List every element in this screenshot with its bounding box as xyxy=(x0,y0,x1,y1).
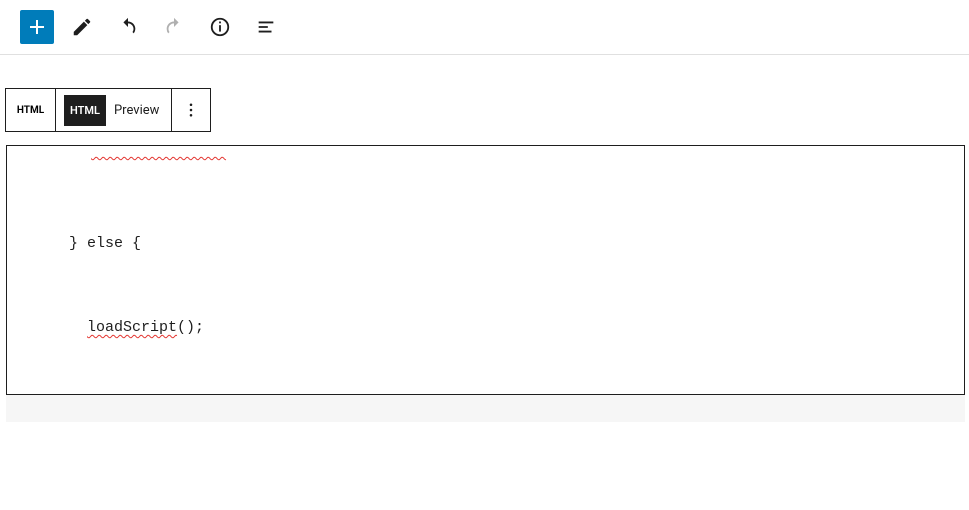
more-vertical-icon xyxy=(182,100,200,120)
pencil-icon xyxy=(71,16,93,38)
html-preview-toggle[interactable]: HTML Preview xyxy=(56,89,172,131)
undo-button[interactable] xyxy=(110,9,146,45)
plus-icon xyxy=(25,15,49,39)
outline-icon xyxy=(255,16,277,38)
block-more-options-button[interactable] xyxy=(172,89,210,131)
block-toolbar: HTML HTML Preview xyxy=(5,88,211,132)
outline-button[interactable] xyxy=(248,9,284,45)
html-badge: HTML xyxy=(64,95,106,126)
edit-mode-button[interactable] xyxy=(64,9,100,45)
html-block-area: xxxxxxxxxxxxxxx } else { loadScript(); }… xyxy=(6,145,965,422)
redo-button[interactable] xyxy=(156,9,192,45)
block-type-button[interactable]: HTML xyxy=(6,89,56,131)
html-code-editor[interactable]: xxxxxxxxxxxxxxx } else { loadScript(); }… xyxy=(6,145,965,395)
add-block-button[interactable] xyxy=(20,10,54,44)
editor-top-toolbar xyxy=(0,0,969,55)
undo-icon xyxy=(117,16,139,38)
info-icon xyxy=(209,16,231,38)
block-type-label: HTML xyxy=(17,105,44,116)
preview-label: Preview xyxy=(114,103,159,118)
info-button[interactable] xyxy=(202,9,238,45)
redo-icon xyxy=(163,16,185,38)
